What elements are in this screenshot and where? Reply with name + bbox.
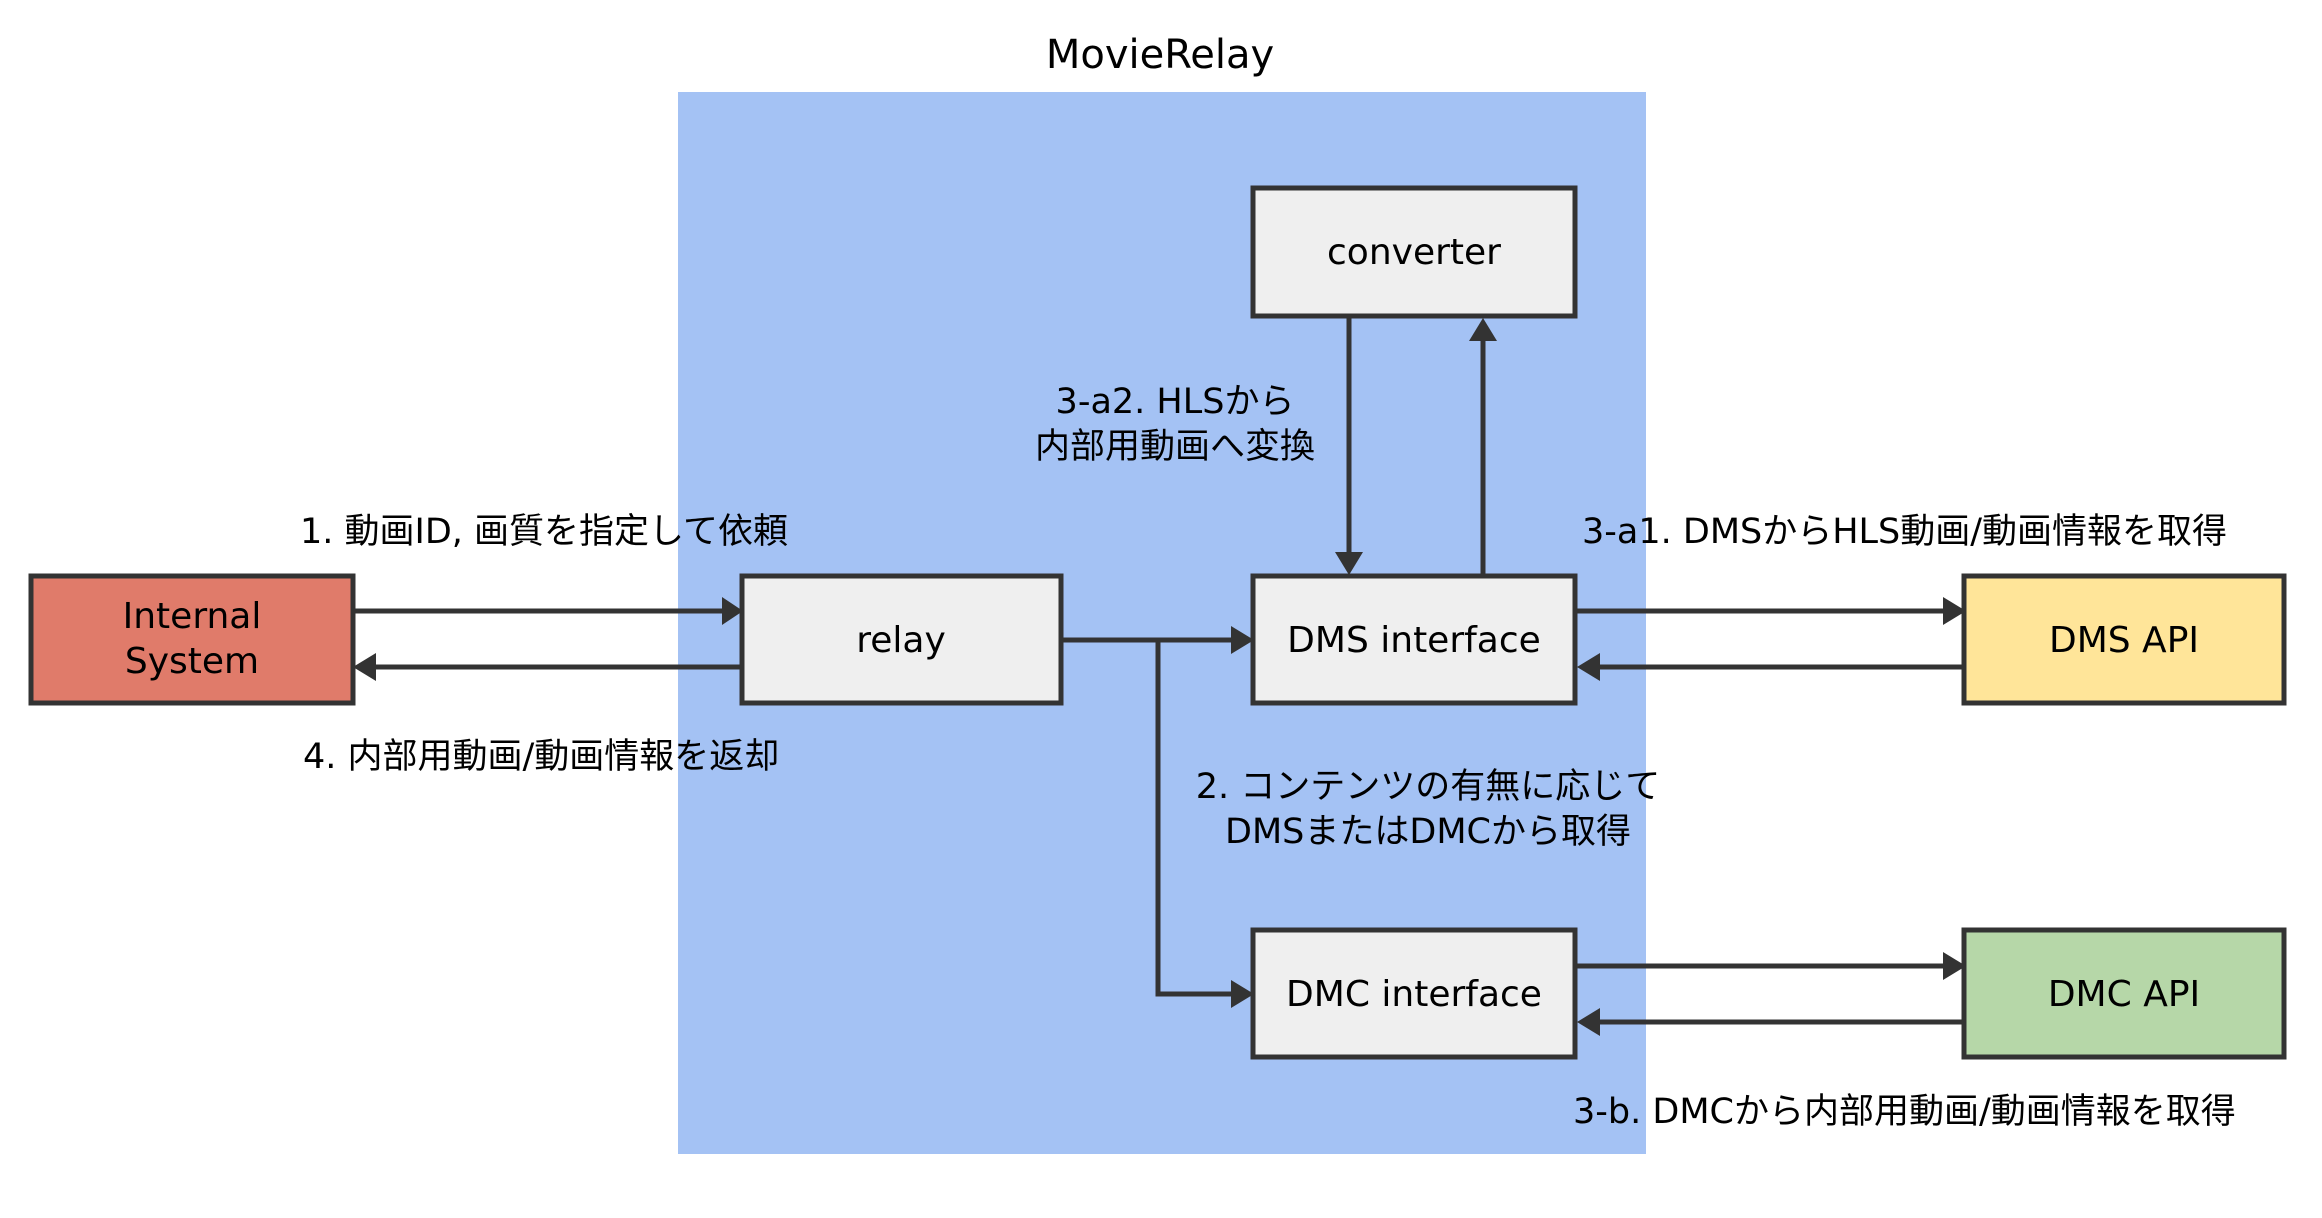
label-step3a1: 3-a1. DMSからHLS動画/動画情報を取得: [1582, 512, 2227, 552]
converter-label: converter: [1327, 232, 1501, 273]
dms-interface-label: DMS interface: [1287, 620, 1541, 661]
arrowhead-response: [353, 653, 376, 681]
node-internal-system: Internal System: [28, 573, 356, 706]
internal-system-label-line2: System: [125, 641, 259, 682]
label-step1: 1. 動画ID, 画質を指定して依頼: [300, 512, 788, 552]
label-step2-line2: DMSまたはDMCから取得: [1225, 812, 1631, 852]
node-converter: converter: [1250, 185, 1578, 319]
architecture-diagram: MovieRelay Internal System relay convert…: [28, 32, 2287, 1154]
dmc-interface-label: DMC interface: [1286, 974, 1542, 1015]
dmc-api-label: DMC API: [2048, 974, 2200, 1015]
label-step3a2-line1: 3-a2. HLSから: [1056, 382, 1295, 422]
label-step4: 4. 内部用動画/動画情報を返却: [303, 737, 779, 777]
label-step3b: 3-b. DMCから内部用動画/動画情報を取得: [1573, 1092, 2236, 1132]
node-dmc-interface: DMC interface: [1250, 927, 1578, 1060]
internal-system-label-line1: Internal: [123, 596, 262, 637]
dms-api-label: DMS API: [2049, 620, 2199, 661]
relay-label: relay: [856, 620, 946, 661]
label-step3a2-line2: 内部用動画へ変換: [1035, 427, 1315, 467]
node-dms-interface: DMS interface: [1250, 573, 1578, 706]
label-step2-line1: 2. コンテンツの有無に応じて: [1196, 767, 1661, 807]
container-title: MovieRelay: [1046, 32, 1274, 78]
node-dmc-api: DMC API: [1961, 927, 2287, 1060]
node-dms-api: DMS API: [1961, 573, 2287, 706]
node-relay: relay: [739, 573, 1064, 706]
